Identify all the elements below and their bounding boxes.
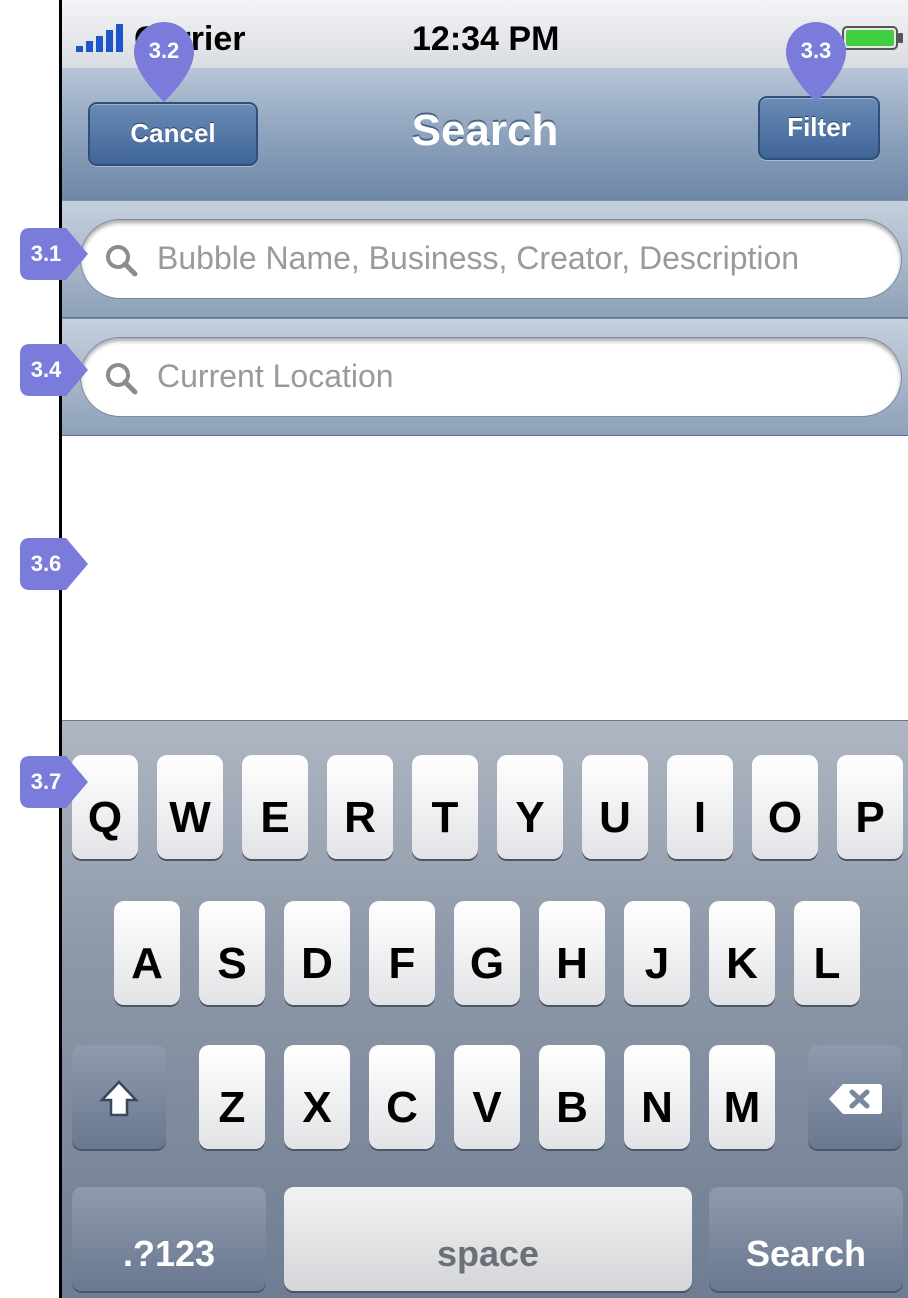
space-key[interactable]: space (284, 1187, 692, 1291)
search-key[interactable]: Search (709, 1187, 903, 1291)
location-input[interactable]: Current Location (80, 337, 902, 417)
annotation-marker-results: 3.6 (18, 536, 90, 592)
key-v[interactable]: V (454, 1045, 520, 1149)
key-h[interactable]: H (539, 901, 605, 1005)
key-d[interactable]: D (284, 901, 350, 1005)
annotation-marker-filter: 3.3 (784, 20, 848, 104)
filter-button[interactable]: Filter (758, 96, 880, 160)
key-u[interactable]: U (582, 755, 648, 859)
shift-key[interactable] (72, 1045, 166, 1149)
search-input[interactable]: Bubble Name, Business, Creator, Descript… (80, 219, 902, 299)
key-a[interactable]: A (114, 901, 180, 1005)
key-k[interactable]: K (709, 901, 775, 1005)
key-e[interactable]: E (242, 755, 308, 859)
key-l[interactable]: L (794, 901, 860, 1005)
key-o[interactable]: O (752, 755, 818, 859)
phone-screen: Carrier 12:34 PM Cancel Search Filter Bu… (62, 0, 908, 1298)
key-m[interactable]: M (709, 1045, 775, 1149)
key-f[interactable]: F (369, 901, 435, 1005)
annotation-marker-search-field: 3.1 (18, 226, 90, 282)
signal-bars-icon (76, 24, 123, 52)
status-time: 12:34 PM (412, 20, 560, 58)
key-y[interactable]: Y (497, 755, 563, 859)
location-bar: Current Location (62, 318, 908, 436)
key-t[interactable]: T (412, 755, 478, 859)
magnifier-icon (106, 363, 138, 395)
search-bar: Bubble Name, Business, Creator, Descript… (62, 200, 908, 318)
key-s[interactable]: S (199, 901, 265, 1005)
key-w[interactable]: W (157, 755, 223, 859)
delete-key[interactable] (808, 1045, 902, 1149)
key-j[interactable]: J (624, 901, 690, 1005)
magnifier-icon (106, 245, 138, 277)
key-x[interactable]: X (284, 1045, 350, 1149)
key-z[interactable]: Z (199, 1045, 265, 1149)
battery-icon (842, 26, 903, 50)
numbers-key[interactable]: .?123 (72, 1187, 266, 1291)
annotation-marker-location-field: 3.4 (18, 342, 90, 398)
key-b[interactable]: B (539, 1045, 605, 1149)
location-placeholder: Current Location (157, 358, 394, 394)
annotation-marker-keyboard: 3.7 (18, 754, 90, 810)
backspace-icon (829, 1084, 882, 1114)
keyboard: Q W E R T Y U I O P A S D F G H J K L Z … (62, 720, 908, 1298)
results-area[interactable] (62, 436, 908, 720)
key-i[interactable]: I (667, 755, 733, 859)
key-c[interactable]: C (369, 1045, 435, 1149)
search-placeholder: Bubble Name, Business, Creator, Descript… (157, 240, 800, 276)
annotation-marker-cancel: 3.2 (132, 20, 196, 104)
key-r[interactable]: R (327, 755, 393, 859)
key-p[interactable]: P (837, 755, 903, 859)
shift-arrow-icon (99, 1080, 139, 1117)
key-n[interactable]: N (624, 1045, 690, 1149)
key-g[interactable]: G (454, 901, 520, 1005)
